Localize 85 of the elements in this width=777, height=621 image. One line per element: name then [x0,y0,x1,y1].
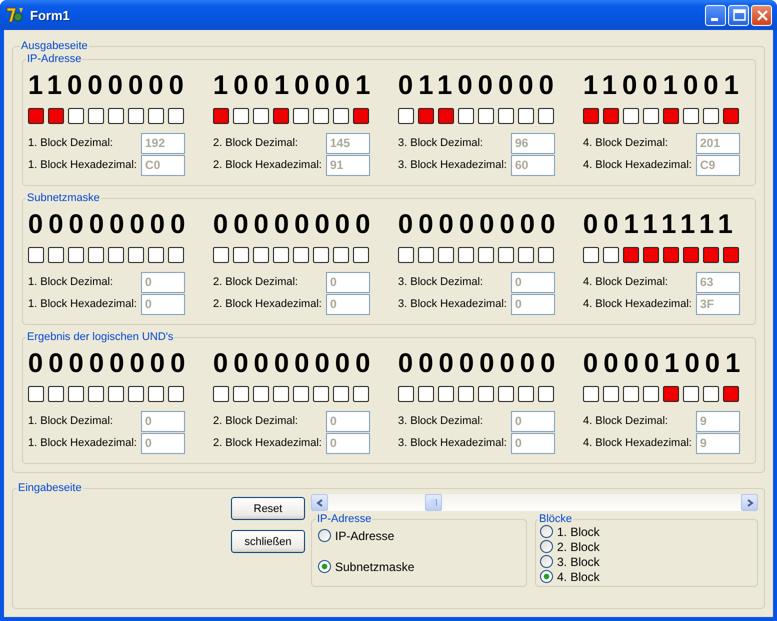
field-label: 1. Block Hexadezimal: [28,159,137,171]
radio-button[interactable]: 3. Block [540,555,600,568]
push-button[interactable]: Reset [231,497,305,520]
binary-number: 00000000 [398,209,562,239]
field-label: 1. Block Dezimal: [28,137,113,149]
radio-button[interactable]: 1. Block [540,525,600,538]
field-label: 1. Block Dezimal: [28,276,113,288]
binary-number: 00111111 [583,209,740,239]
minimize-button[interactable] [705,4,726,26]
decimal-field[interactable]: 63 [696,272,740,292]
group-title: IP-Adresse [26,53,82,65]
field-label: 2. Block Hexadezimal: [213,298,322,310]
decimal-field[interactable]: 96 [511,132,555,154]
field-label: 4. Block Dezimal: [583,276,668,288]
scrollbar[interactable] [311,494,758,511]
binary-number: 01100000 [398,70,560,100]
field-label: 4. Block Dezimal: [583,415,668,427]
hex-field[interactable]: 91 [326,154,370,176]
decimal-field[interactable]: 0 [326,272,370,292]
field-label: 4. Block Hexadezimal: [583,159,692,171]
decimal-field[interactable]: 0 [511,410,555,432]
decimal-field[interactable]: 9 [696,410,740,432]
radio-button[interactable]: 4. Block [540,570,600,583]
binary-number: 10010001 [213,70,377,100]
decimal-field[interactable]: 0 [511,272,555,292]
decimal-field[interactable]: 201 [696,132,740,154]
binary-number: 00000000 [28,209,192,239]
hex-field[interactable]: C9 [696,154,740,176]
field-label: 3. Block Hexadezimal: [398,298,507,310]
binary-number: 00000000 [28,348,192,378]
group-title: IP-Adresse [316,513,372,525]
binary-number: 00000000 [213,209,377,239]
window-title: Form1 [30,8,71,22]
scroll-right-button[interactable] [741,494,758,511]
hex-field[interactable]: 0 [326,294,370,314]
field-label: 2. Block Dezimal: [213,137,298,149]
field-label: 3. Block Dezimal: [398,276,483,288]
field-label: 3. Block Hexadezimal: [398,437,507,449]
radio-button[interactable]: 2. Block [540,540,600,553]
hex-field[interactable]: C0 [141,154,185,176]
field-label: 2. Block Hexadezimal: [213,437,322,449]
app-icon [6,6,24,24]
field-label: 4. Block Hexadezimal: [583,298,692,310]
group-title: Ergebnis der logischen UND's [26,331,174,343]
minimize-icon [711,18,718,20]
radio-button[interactable]: Subnetzmaske [318,560,414,573]
hex-field[interactable]: 3F [696,294,740,314]
radio-button[interactable]: IP-Adresse [318,529,394,542]
hex-field[interactable]: 0 [141,432,185,454]
maximize-button[interactable] [728,4,749,26]
field-label: 2. Block Hexadezimal: [213,159,322,171]
group-title: Ausgabeseite [20,40,89,52]
binary-number: 11000000 [28,70,190,100]
hex-field[interactable]: 0 [511,294,555,314]
group-title: Blöcke [538,513,574,525]
field-label: 3. Block Dezimal: [398,415,483,427]
field-label: 2. Block Dezimal: [213,276,298,288]
push-button[interactable]: schließen [231,530,305,553]
group-title: Eingabeseite [17,482,83,494]
binary-number: 11001001 [583,70,743,100]
hex-field[interactable]: 0 [326,432,370,454]
scroll-thumb[interactable] [425,494,442,511]
field-label: 4. Block Hexadezimal: [583,437,692,449]
field-label: 3. Block Dezimal: [398,137,483,149]
binary-number: 00001001 [583,348,743,378]
field-label: 1. Block Dezimal: [28,415,113,427]
hex-field[interactable]: 0 [511,432,555,454]
decimal-field[interactable]: 0 [326,410,370,432]
decimal-field[interactable]: 145 [326,132,370,154]
close-button[interactable] [751,4,772,26]
field-label: 3. Block Hexadezimal: [398,159,507,171]
decimal-field[interactable]: 0 [141,272,185,292]
binary-number: 00000000 [398,348,562,378]
hex-field[interactable]: 9 [696,432,740,454]
decimal-field[interactable]: 192 [141,132,185,154]
hex-field[interactable]: 60 [511,154,555,176]
hex-field[interactable]: 0 [141,294,185,314]
field-label: 1. Block Hexadezimal: [28,298,137,310]
field-label: 4. Block Dezimal: [583,137,668,149]
decimal-field[interactable]: 0 [141,410,185,432]
group-title: Subnetzmaske [26,192,101,204]
binary-number: 00000000 [213,348,377,378]
scroll-left-button[interactable] [311,494,328,511]
field-label: 1. Block Hexadezimal: [28,437,137,449]
field-label: 2. Block Dezimal: [213,415,298,427]
